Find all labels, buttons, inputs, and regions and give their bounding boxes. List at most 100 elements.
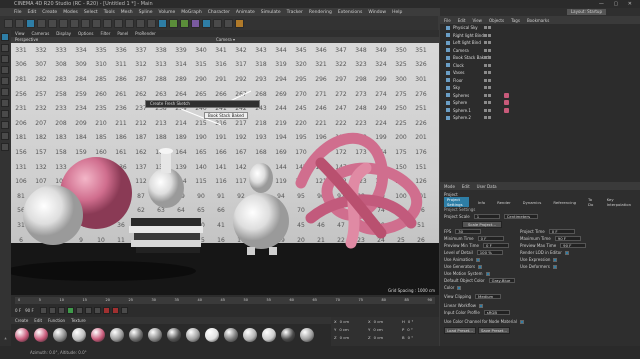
om-menu-bookmarks[interactable]: Bookmarks	[527, 18, 549, 23]
property-checkbox[interactable]	[479, 303, 484, 308]
object-name[interactable]: Sphere.1	[453, 108, 471, 113]
object-row[interactable]: Clock	[440, 62, 640, 70]
property-value-field[interactable]: 30	[455, 229, 482, 234]
menu-item-mesh[interactable]: Mesh	[121, 10, 133, 15]
visibility-flags[interactable]	[484, 41, 492, 45]
om-menu-objects[interactable]: Objects	[489, 18, 504, 23]
visibility-flags[interactable]	[484, 86, 492, 90]
property-value-field[interactable]: 90 F	[560, 243, 587, 248]
context-popup[interactable]: Create Fresh Sketch	[145, 100, 260, 108]
menu-item-animate[interactable]: Animate	[236, 10, 255, 15]
subtab-key-interpolation[interactable]: Key Interpolation	[604, 197, 634, 207]
menu-item-help[interactable]: Help	[392, 10, 402, 15]
workplane-icon[interactable]	[1, 55, 9, 63]
property-checkbox[interactable]	[457, 285, 462, 290]
visibility-flags[interactable]	[484, 93, 492, 97]
coordinate-field[interactable]: X0 cm	[334, 319, 368, 324]
prev-frame-icon[interactable]	[57, 307, 65, 314]
property-checkbox[interactable]	[552, 264, 557, 269]
object-name[interactable]: Camera	[453, 48, 469, 53]
undo-icon[interactable]	[4, 18, 13, 28]
floor-icon[interactable]	[213, 18, 222, 28]
material-swatch[interactable]	[91, 328, 105, 342]
object-name[interactable]: Sky	[453, 85, 460, 90]
material-swatch[interactable]	[262, 328, 276, 342]
record-icon[interactable]	[102, 307, 110, 314]
viewport-menu-prorender[interactable]: ProRender	[135, 31, 156, 36]
camera-icon[interactable]	[224, 18, 233, 28]
menu-item-spline[interactable]: Spline	[139, 10, 153, 15]
property-value-field[interactable]: 0 F	[548, 229, 575, 234]
rotate-icon[interactable]	[59, 18, 68, 28]
coordinate-value[interactable]: 0 cm	[374, 319, 383, 324]
material-swatch[interactable]	[148, 328, 162, 342]
property-value-field[interactable]: Medium	[475, 294, 502, 299]
menu-item-volume[interactable]: Volume	[159, 10, 176, 15]
coordinate-value[interactable]: 0 cm	[339, 327, 348, 332]
coordinate-field[interactable]: Y0 cm	[368, 327, 402, 332]
polygons-mode-icon[interactable]	[1, 88, 9, 96]
timeline-start-field[interactable]: 0 F	[15, 308, 21, 313]
render-view-icon[interactable]	[125, 18, 134, 28]
planar-workplane-icon[interactable]	[1, 143, 9, 151]
light-icon[interactable]	[235, 18, 244, 28]
property-value-field[interactable]: 0 F	[483, 243, 509, 248]
property-checkbox[interactable]	[564, 250, 569, 255]
menu-item-window[interactable]: Window	[368, 10, 386, 15]
autokey-icon[interactable]	[111, 307, 119, 314]
render-settings-icon[interactable]	[147, 18, 156, 28]
coordinate-field[interactable]: B0 °	[402, 335, 436, 340]
material-swatch[interactable]	[72, 328, 86, 342]
material-swatch[interactable]	[129, 328, 143, 342]
menu-item-rendering[interactable]: Rendering	[309, 10, 332, 15]
visibility-flags[interactable]	[484, 116, 492, 120]
save-preset-button[interactable]: Save Preset...	[478, 327, 510, 334]
menu-item-edit[interactable]: Edit	[28, 10, 37, 15]
viewport-menu-view[interactable]: View	[15, 31, 25, 36]
recent-tools-icon[interactable]	[70, 18, 79, 28]
scale-icon[interactable]	[48, 18, 57, 28]
subtab-project-settings[interactable]: Project Settings	[444, 197, 469, 207]
object-row[interactable]: Camera	[440, 47, 640, 55]
window-controls[interactable]: — ▢ ✕	[599, 0, 636, 8]
keyframe-selection-icon[interactable]	[120, 307, 128, 314]
object-name[interactable]: Clock	[453, 63, 464, 68]
subtab-dynamics[interactable]: Dynamics	[520, 200, 545, 205]
object-row[interactable]: Sky	[440, 84, 640, 92]
material-swatch[interactable]	[205, 328, 219, 342]
visibility-flags[interactable]	[484, 78, 492, 82]
x-axis-icon[interactable]	[81, 18, 90, 28]
material-swatch[interactable]	[300, 328, 314, 342]
visibility-flags[interactable]	[484, 71, 492, 75]
move-icon[interactable]	[37, 18, 46, 28]
object-row[interactable]: Right light Bind	[440, 32, 640, 40]
material-menu-function[interactable]: Function	[48, 318, 65, 323]
coordinate-value[interactable]: 0 °	[408, 335, 414, 340]
menu-item-create[interactable]: Create	[42, 10, 57, 15]
object-row[interactable]: Vases	[440, 69, 640, 77]
viewport-canvas[interactable]: 331 332 333 334 335 336 337 338 339 340 341 342 343 3…	[11, 43, 439, 295]
visibility-flags[interactable]	[484, 108, 492, 112]
material-swatch[interactable]	[34, 328, 48, 342]
object-row[interactable]: Physical Sky	[440, 24, 640, 32]
property-value-field[interactable]: 0 F	[477, 236, 504, 241]
property-checkbox[interactable]	[485, 271, 490, 276]
menu-item-tracker[interactable]: Tracker	[287, 10, 303, 15]
material-swatch[interactable]	[110, 328, 124, 342]
material-tag-icon[interactable]	[504, 100, 509, 106]
subtab-render[interactable]: Render	[494, 200, 514, 205]
material-swatch[interactable]	[15, 328, 29, 342]
visibility-flags[interactable]	[484, 33, 492, 37]
coordinate-field[interactable]: Z0 cm	[368, 335, 402, 340]
visibility-flags[interactable]	[484, 48, 492, 52]
scale-project-button[interactable]: Scale Project...	[462, 221, 502, 228]
viewport-menu-filter[interactable]: Filter	[100, 31, 110, 36]
object-row[interactable]: Book Stack Baked	[440, 54, 640, 62]
material-menu-texture[interactable]: Texture	[71, 318, 86, 323]
visibility-flags[interactable]	[484, 56, 492, 60]
property-value-field[interactable]: Gray-Blue	[488, 278, 515, 283]
object-row[interactable]: Sphere.2	[440, 114, 640, 122]
property-checkbox[interactable]	[553, 257, 558, 262]
locked-workplane-icon[interactable]	[1, 132, 9, 140]
menu-item-simulate[interactable]: Simulate	[261, 10, 281, 15]
